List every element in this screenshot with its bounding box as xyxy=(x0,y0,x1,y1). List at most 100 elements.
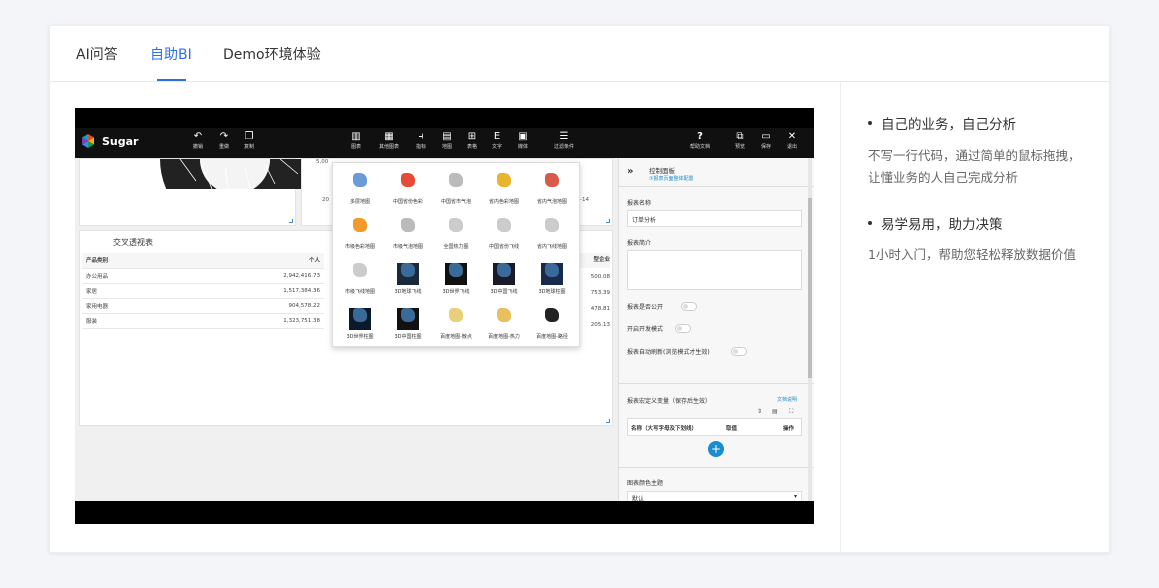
map-type-option[interactable]: 百度地图-热力 xyxy=(481,304,527,340)
sort-icon[interactable]: ⇕ xyxy=(757,408,762,415)
help-button[interactable]: ? 帮助文档 xyxy=(689,131,711,151)
map-thumbnail-icon xyxy=(349,308,371,330)
collapse-icon[interactable]: » xyxy=(627,166,633,177)
map-type-option[interactable]: 百度地图-路径 xyxy=(529,304,575,340)
map-type-option[interactable]: 多层地图 xyxy=(337,169,383,205)
theme-label: 图表颜色主题 xyxy=(627,480,664,487)
tab-ai-qa[interactable]: AI问答 xyxy=(76,44,118,64)
filter-button[interactable]: ☰ 过滤条件 xyxy=(553,131,575,151)
map-type-option[interactable]: 中国省份色彩 xyxy=(385,169,431,205)
map-type-option[interactable]: 3D地球飞线 xyxy=(385,259,431,295)
map-type-option[interactable]: 3D中国柱图 xyxy=(385,304,431,340)
filter-icon: ☰ xyxy=(559,131,569,142)
map-type-option[interactable]: 市级飞线地图 xyxy=(337,259,383,295)
metric-icon: ⫞ xyxy=(418,131,424,142)
map-type-option[interactable]: 市级气泡地图 xyxy=(385,214,431,250)
public-toggle[interactable] xyxy=(681,302,697,311)
resize-handle[interactable] xyxy=(606,219,610,223)
map-type-option[interactable]: 中国省份飞线 xyxy=(481,214,527,250)
chart-icon: ▥ xyxy=(351,131,361,142)
radial-chart-panel[interactable] xyxy=(79,158,310,226)
fullscreen-icon[interactable]: ⛶ xyxy=(789,408,793,416)
table-icon: ⊞ xyxy=(467,131,477,142)
map-thumbnail-icon xyxy=(541,308,563,330)
copy-button[interactable]: ❐ 复制 xyxy=(238,131,260,151)
macro-var-table-header: 名称（大写字母及下划线） 取值 操作 xyxy=(627,418,802,436)
map-type-option[interactable]: 中国省市气泡 xyxy=(433,169,479,205)
map-thumbnail-icon xyxy=(397,218,419,240)
map-type-option[interactable]: 市级色彩地图 xyxy=(337,214,383,250)
map-thumbnail-icon xyxy=(397,173,419,195)
map-type-option[interactable]: 3D中国飞线 xyxy=(481,259,527,295)
app-name: Sugar xyxy=(102,134,139,148)
map-thumbnail-icon xyxy=(445,218,467,240)
map-thumbnail-icon xyxy=(541,263,563,285)
chevron-down-icon: ▾ xyxy=(793,493,797,500)
report-intro-label: 报表简介 xyxy=(627,240,652,247)
app-toolbar: Sugar ↶ 撤销 ↷ 重做 ❐ 复制 ▥ 图表 ▦ 其他图表 ⫞ 指标 ▤ 地图 ⊞ 表格 … xyxy=(75,128,814,158)
image-icon: ▣ xyxy=(518,131,528,142)
video-bottom-bar xyxy=(75,501,814,524)
auto-refresh-label: 报表自动刷新(浏览模式才生效) xyxy=(627,349,710,356)
demo-video[interactable]: Sugar ↶ 撤销 ↷ 重做 ❐ 复制 ▥ 图表 ▦ 其他图表 ⫞ 指标 ▤ 地图 ⊞ 表格 … xyxy=(75,108,814,524)
active-tab-indicator xyxy=(157,79,186,81)
doc-link[interactable]: 文档说明 xyxy=(777,396,797,403)
control-panel: » 控制面板 ⑦报表页面整体配置 报表名称 订单分析 报表简介 报表是否公开 开… xyxy=(618,158,814,503)
resize-handle[interactable] xyxy=(289,219,293,223)
divider xyxy=(619,467,814,468)
report-canvas: 5,00 20 20-02-14 交叉透视表 产品类别 个人 办公用品2,942… xyxy=(75,158,618,501)
map-type-option[interactable]: 省内飞线地图 xyxy=(529,214,575,250)
page-config-link[interactable]: ⑦报表页面整体配置 xyxy=(649,175,693,182)
sugar-logo: Sugar xyxy=(81,134,138,148)
other-charts-button[interactable]: ▦ 其他图表 xyxy=(378,131,400,151)
trash-icon[interactable]: ▤ xyxy=(772,408,778,415)
map-thumbnail-icon xyxy=(445,308,467,330)
map-type-option[interactable]: 百度地图-散点 xyxy=(433,304,479,340)
table-cell: 205.13 xyxy=(590,322,610,328)
axis-label: 20 xyxy=(322,197,329,203)
media-button[interactable]: ▣ 媒体 xyxy=(512,131,534,151)
map-type-option[interactable]: 3D地球柱图 xyxy=(529,259,575,295)
tab-demo[interactable]: Demo环境体验 xyxy=(223,44,321,64)
table-row: 家居 1,517,384.36 xyxy=(82,283,324,299)
map-type-option[interactable]: 省内气泡地图 xyxy=(529,169,575,205)
preview-icon: ⧉ xyxy=(736,131,744,142)
chart-button[interactable]: ▥ 图表 xyxy=(345,131,367,151)
map-type-option[interactable]: 全国热力图 xyxy=(433,214,479,250)
tab-bar: AI问答 自助BI Demo环境体验 xyxy=(50,26,1109,82)
divider xyxy=(619,186,814,187)
map-type-option[interactable]: 省内色彩地图 xyxy=(481,169,527,205)
public-toggle-label: 报表是否公开 xyxy=(627,304,664,311)
map-thumbnail-icon xyxy=(349,218,371,240)
vertical-divider xyxy=(840,82,841,553)
map-thumbnail-icon xyxy=(349,263,371,285)
map-type-option[interactable]: 3D世界柱图 xyxy=(337,304,383,340)
tab-self-service-bi[interactable]: 自助BI xyxy=(150,44,192,64)
map-thumbnail-icon xyxy=(493,173,515,195)
text-icon: E xyxy=(493,131,501,142)
scrollbar-thumb[interactable] xyxy=(808,198,812,378)
exit-icon: ✕ xyxy=(787,131,797,142)
map-thumbnail-icon xyxy=(397,263,419,285)
auto-refresh-toggle[interactable] xyxy=(731,347,747,356)
table-cell: 500.08 xyxy=(590,274,610,280)
grid-icon: ▦ xyxy=(384,131,394,142)
feature-desc: 不写一行代码，通过简单的鼠标拖拽， 让懂业务的人自己完成分析 xyxy=(868,148,1081,185)
add-variable-button[interactable]: + xyxy=(708,441,724,457)
control-panel-scrollbar[interactable] xyxy=(808,158,812,501)
exit-button[interactable]: ✕ 退出 xyxy=(781,131,803,151)
table-row: 办公用品 2,942,416.73 xyxy=(82,268,324,284)
feature-title: 自己的业务，自己分析 xyxy=(868,113,1016,133)
map-thumbnail-icon xyxy=(541,218,563,240)
report-name-input[interactable]: 订单分析 xyxy=(627,210,802,227)
map-type-option[interactable]: 3D世界飞线 xyxy=(433,259,479,295)
map-icon: ▤ xyxy=(442,131,452,142)
resize-handle[interactable] xyxy=(606,419,610,423)
table-header-cell: 型企业 xyxy=(580,253,610,268)
dev-mode-toggle[interactable] xyxy=(675,324,691,333)
dev-mode-label: 开启开发模式 xyxy=(627,326,664,333)
table-cell: 478.81 xyxy=(590,306,610,312)
map-thumbnail-icon xyxy=(493,308,515,330)
report-intro-input[interactable] xyxy=(627,250,802,290)
table-row: 服装 1,323,751.38 xyxy=(82,313,324,329)
